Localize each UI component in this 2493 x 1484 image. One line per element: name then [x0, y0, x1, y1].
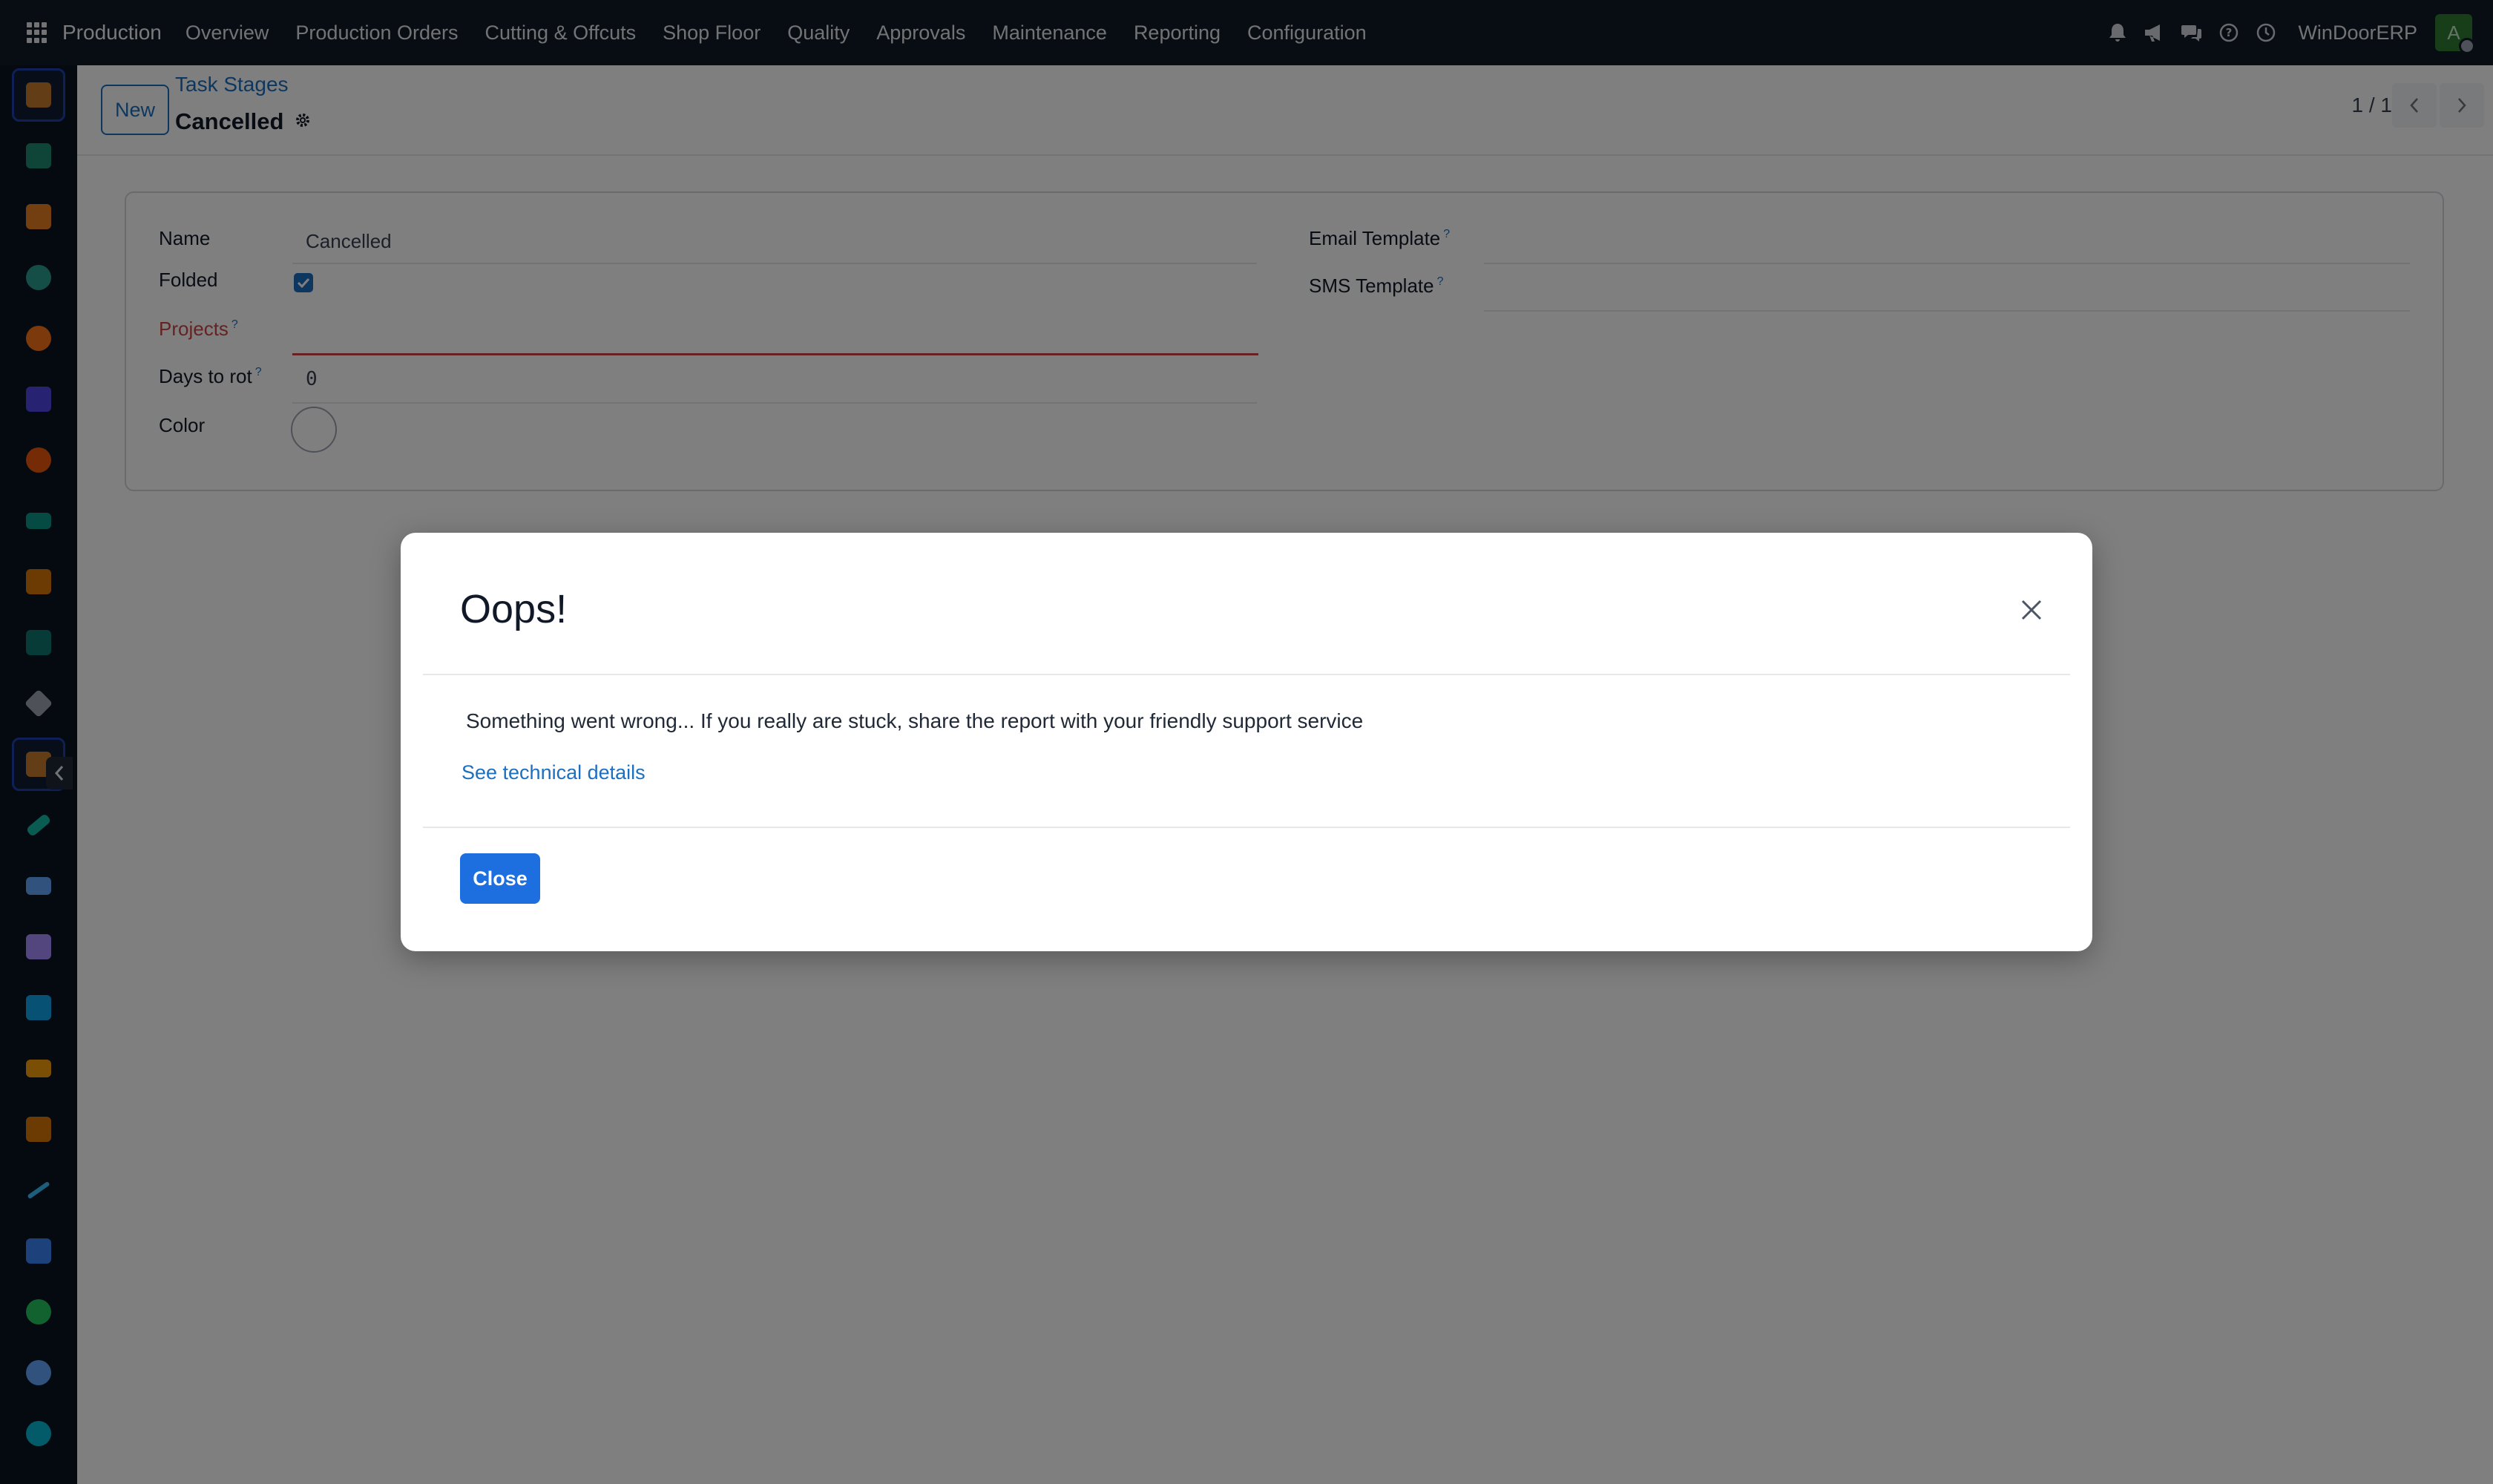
dialog-message: Something went wrong... If you really ar… — [466, 709, 1364, 732]
close-icon[interactable] — [2015, 594, 2048, 626]
see-technical-details-link[interactable]: See technical details — [462, 761, 646, 784]
close-button[interactable]: Close — [460, 853, 540, 904]
error-dialog: Oops! Something went wrong... If you rea… — [401, 533, 2092, 951]
dialog-header-divider — [423, 674, 2070, 675]
dialog-title: Oops! — [460, 587, 568, 631]
dialog-footer-divider — [423, 827, 2070, 828]
